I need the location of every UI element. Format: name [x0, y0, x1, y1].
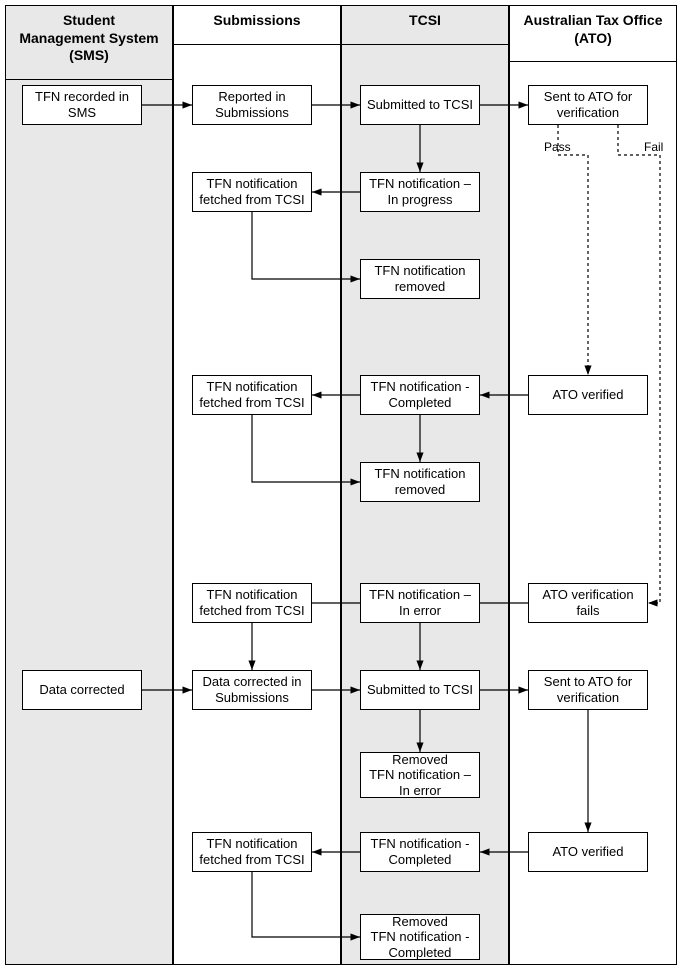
node-ato-verified-2: ATO verified — [528, 832, 648, 872]
swimlane-diagram: Student Management System (SMS) Submissi… — [0, 0, 680, 972]
node-reported-submissions: Reported in Submissions — [192, 85, 312, 125]
node-sent-ato-1: Sent to ATO for verification — [528, 85, 648, 125]
node-fetched-1: TFN notification fetched from TCSI — [192, 172, 312, 212]
node-fetched-2: TFN notification fetched from TCSI — [192, 375, 312, 415]
node-ato-verified-1: ATO verified — [528, 375, 648, 415]
label-pass: Pass — [544, 140, 571, 154]
node-removed-inerror: Removed TFN notification – In error — [360, 752, 480, 798]
node-removed-2: TFN notification removed — [360, 462, 480, 502]
node-data-corrected-sub: Data corrected in Submissions — [192, 670, 312, 710]
node-sent-ato-2: Sent to ATO for verification — [528, 670, 648, 710]
label-fail: Fail — [644, 140, 663, 154]
node-submitted-1: Submitted to TCSI — [360, 85, 480, 125]
node-inprogress: TFN notification – In progress — [360, 172, 480, 212]
node-tfn-recorded: TFN recorded in SMS — [22, 85, 142, 125]
node-fetched-4: TFN notification fetched from TCSI — [192, 832, 312, 872]
node-submitted-2: Submitted to TCSI — [360, 670, 480, 710]
node-ato-fails: ATO verification fails — [528, 583, 648, 623]
node-completed-1: TFN notification - Completed — [360, 375, 480, 415]
node-data-corrected: Data corrected — [22, 670, 142, 710]
node-removed-completed: Removed TFN notification - Completed — [360, 914, 480, 960]
node-inerror: TFN notification – In error — [360, 583, 480, 623]
node-completed-2: TFN notification - Completed — [360, 832, 480, 872]
connectors — [0, 0, 680, 972]
node-removed-1: TFN notification removed — [360, 259, 480, 299]
node-fetched-3: TFN notification fetched from TCSI — [192, 583, 312, 623]
